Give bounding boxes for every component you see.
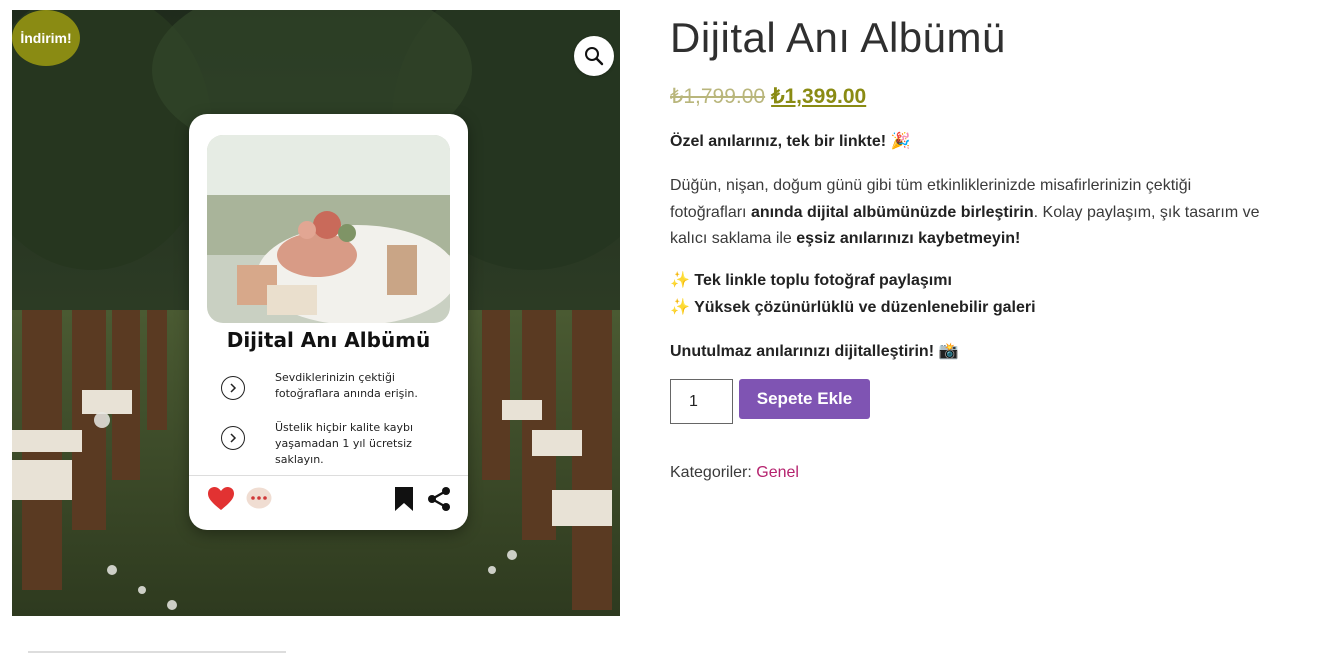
- card-title: Dijital Anı Albümü: [226, 328, 431, 352]
- product-tagline: Özel anılarınız, tek bir linkte! 🎉: [670, 133, 911, 150]
- heart-icon: [208, 487, 234, 510]
- sale-price: ₺1,399.00: [771, 85, 867, 108]
- product-title: Dijital Anı Albümü: [670, 14, 1006, 61]
- card-feature-item: Sevdiklerinizin çektiği fotoğraflara anı…: [221, 370, 440, 402]
- product-description: Düğün, nişan, doğum günü gibi tüm etkinl…: [670, 173, 1270, 253]
- zoom-button[interactable]: [574, 36, 614, 76]
- price: ₺1,799.00 ₺1,399.00: [670, 84, 866, 109]
- card-feature-text: Üstelik hiçbir kalite kaybı yaşamadan 1 …: [275, 421, 414, 466]
- card-photo: [207, 135, 450, 323]
- closing-text: Unutulmaz anılarınızı dijitalleştirin! 📸: [670, 343, 959, 360]
- description-bold: eşsiz anılarınızı kaybetmeyin!: [796, 230, 1021, 247]
- bookmark-icon: [395, 487, 413, 511]
- magnifier-icon: [585, 47, 604, 66]
- category-link[interactable]: Genel: [756, 464, 799, 481]
- card-feature-text: Sevdiklerinizin çektiği fotoğraflara anı…: [275, 371, 418, 400]
- album-preview-card: Dijital Anı Albümü Sevdiklerinizin çekti…: [189, 114, 468, 530]
- share-icon: [428, 487, 450, 511]
- add-to-cart-button[interactable]: Sepete Ekle: [739, 379, 870, 419]
- product-meta: Kategoriler: Genel: [670, 464, 799, 482]
- old-price: ₺1,799.00: [670, 85, 766, 108]
- chevron-right-circle-icon: [221, 426, 245, 450]
- card-feature-item: Üstelik hiçbir kalite kaybı yaşamadan 1 …: [221, 420, 440, 468]
- card-actions: [207, 486, 452, 516]
- quantity-input[interactable]: [670, 379, 733, 424]
- comment-icon: [246, 487, 272, 509]
- chevron-right-circle-icon: [221, 376, 245, 400]
- categories-label: Kategoriler:: [670, 464, 757, 481]
- feature-bullet: ✨ Tek linkle toplu fotoğraf paylaşımı: [670, 272, 952, 289]
- description-bold: anında dijital albümünüzde birleştirin: [750, 203, 1034, 221]
- sale-badge: İndirim!: [12, 10, 80, 66]
- card-divider: [189, 475, 468, 476]
- product-gallery: İndirim! Dijital Anı Albümü Sevdiklerini…: [12, 10, 620, 616]
- feature-bullet: ✨ Yüksek çözünürlüklü ve düzenlenebilir …: [670, 299, 1036, 316]
